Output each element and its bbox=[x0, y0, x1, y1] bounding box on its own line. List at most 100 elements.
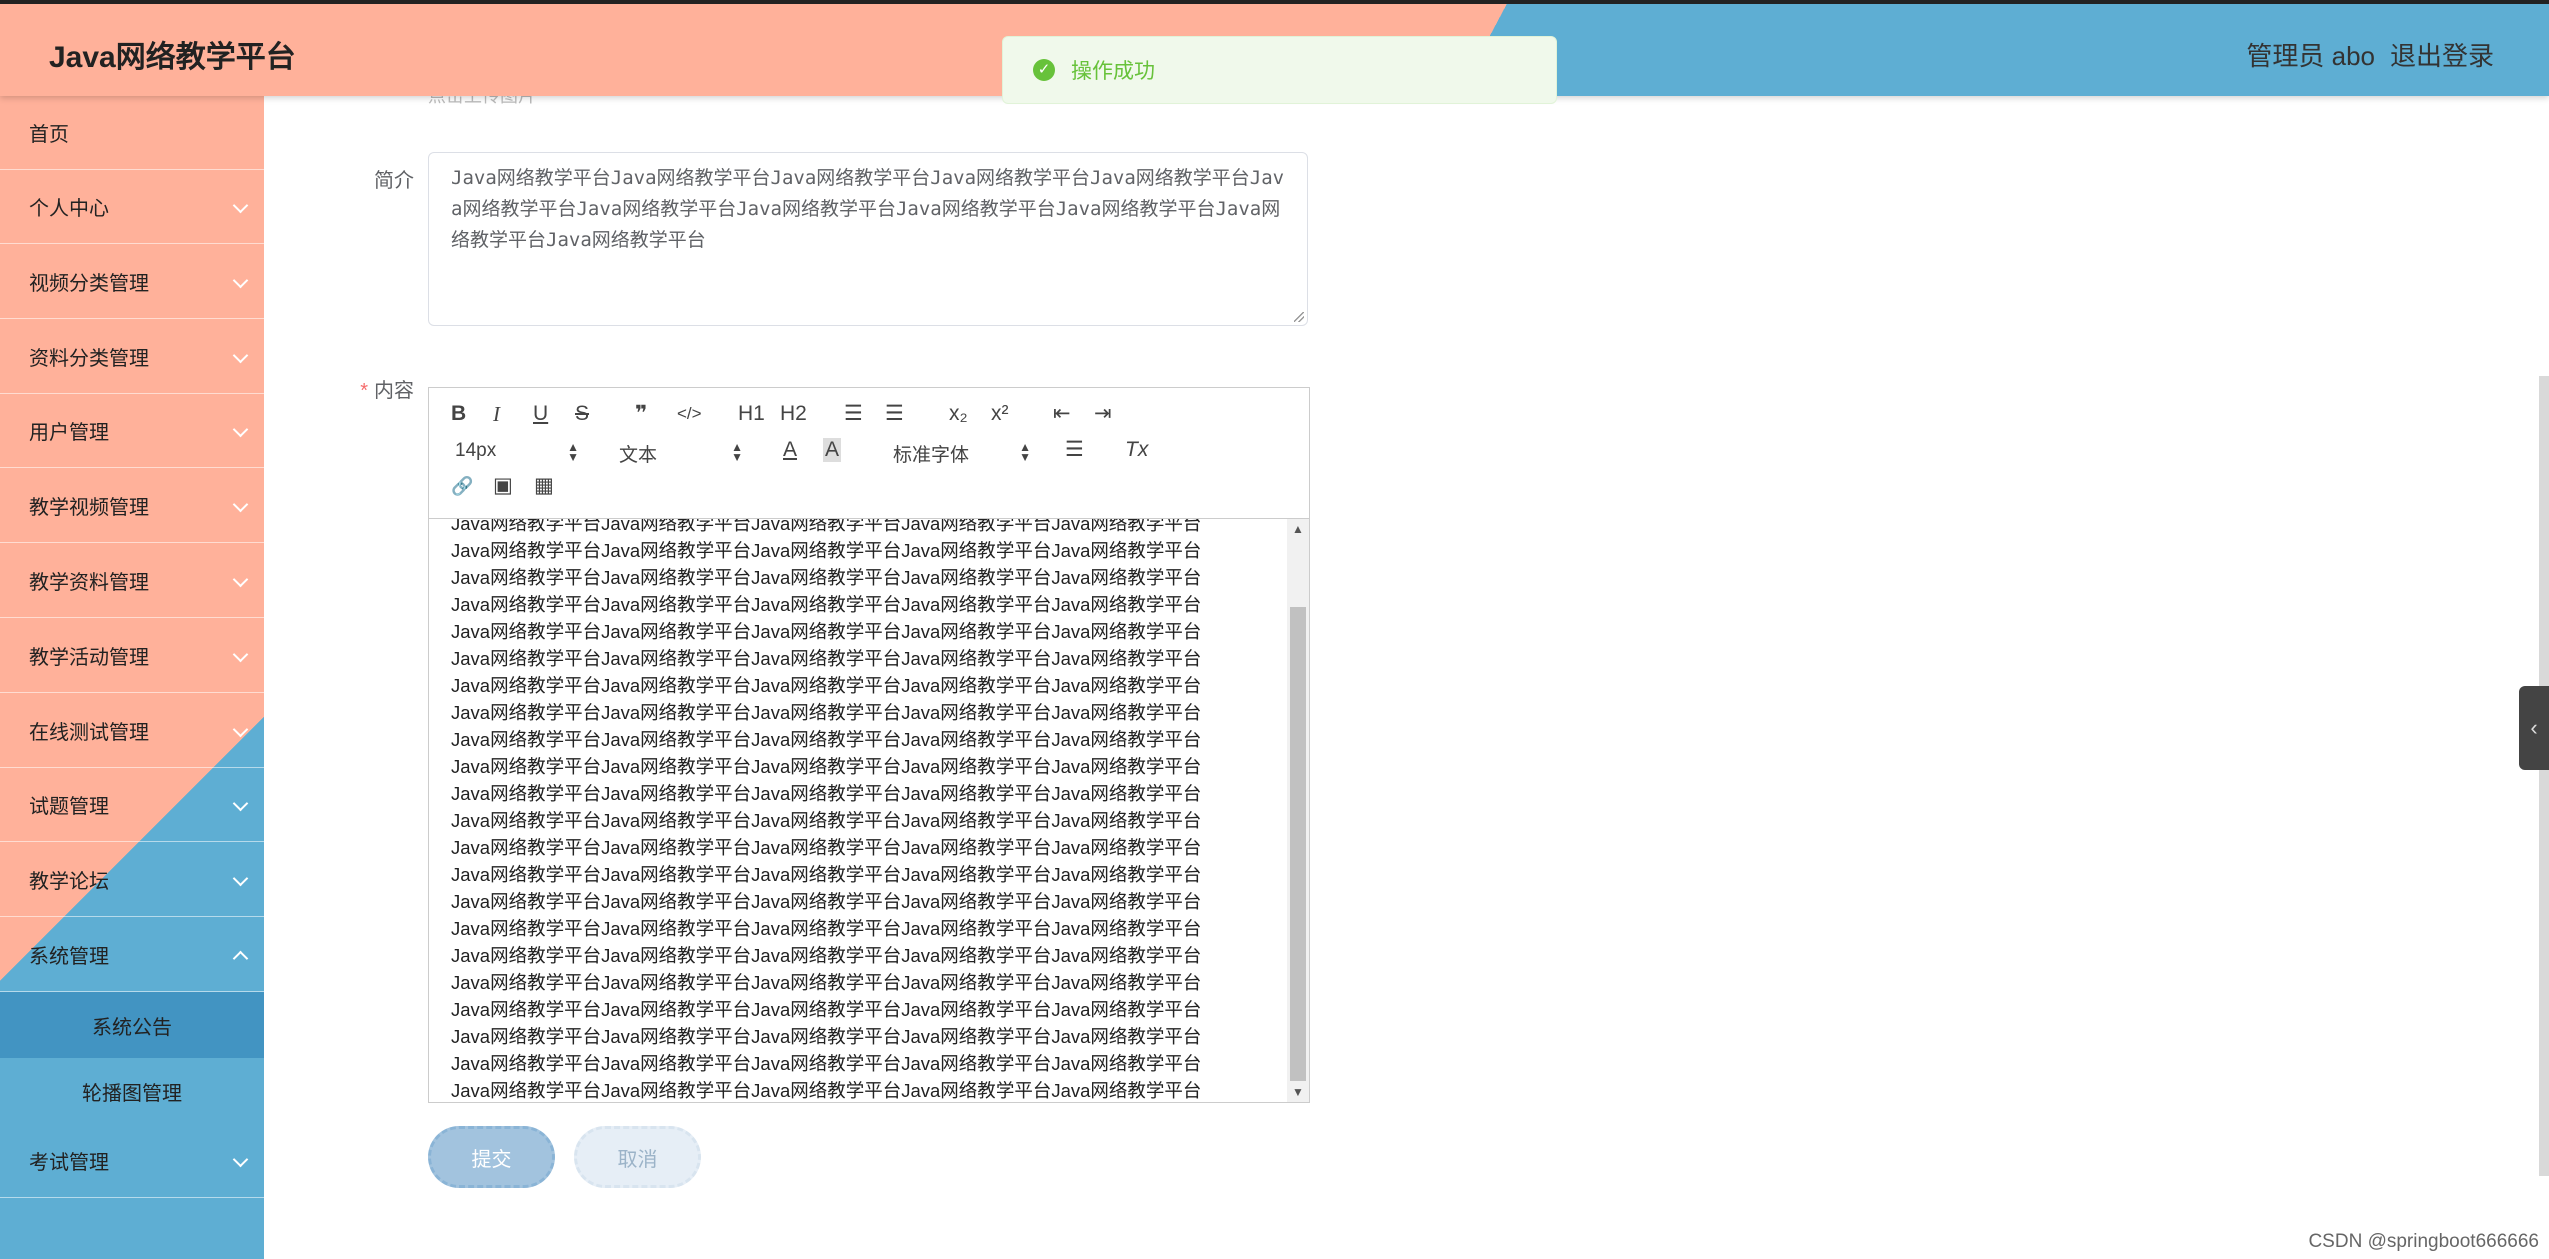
blockquote-button[interactable]: ❞ bbox=[635, 402, 647, 426]
editor-content-line: Java网络教学平台Java网络教学平台Java网络教学平台Java网络教学平台… bbox=[451, 918, 1202, 939]
heading1-button[interactable]: H1 bbox=[738, 402, 765, 426]
editor-content-line: Java网络教学平台Java网络教学平台Java网络教学平台Java网络教学平台… bbox=[451, 621, 1202, 642]
check-circle-icon: ✓ bbox=[1033, 59, 1055, 81]
editor-content-line: Java网络教学平台Java网络教学平台Java网络教学平台Java网络教学平台… bbox=[451, 1053, 1202, 1074]
current-user: 管理员 abo bbox=[2246, 41, 2375, 71]
chevron-down-icon bbox=[232, 870, 249, 886]
sidebar-item-exams[interactable]: 考试管理 bbox=[0, 1124, 264, 1198]
editor-content-line: Java网络教学平台Java网络教学平台Java网络教学平台Java网络教学平台… bbox=[451, 540, 1202, 561]
sidebar-item-material-category[interactable]: 资料分类管理 bbox=[0, 320, 264, 394]
ordered-list-button[interactable]: ☰ bbox=[844, 402, 863, 426]
select-arrows-icon: ▲ ▼ bbox=[1019, 440, 1031, 464]
chevron-left-icon: ‹ bbox=[2530, 715, 2538, 740]
sidebar-item-online-tests[interactable]: 在线测试管理 bbox=[0, 694, 264, 768]
chevron-down-icon bbox=[232, 421, 249, 437]
sidebar-item-teaching-materials[interactable]: 教学资料管理 bbox=[0, 544, 264, 618]
sidebar-item-label: 教学视频管理 bbox=[29, 497, 149, 519]
sidebar-item-label: 教学资料管理 bbox=[29, 572, 149, 594]
sidebar-subitem-carousel[interactable]: 轮播图管理 bbox=[0, 1058, 264, 1124]
editor-content-line: Java网络教学平台Java网络教学平台Java网络教学平台Java网络教学平台… bbox=[451, 594, 1202, 615]
sidebar-item-users[interactable]: 用户管理 bbox=[0, 394, 264, 468]
editor-content-line: Java网络教学平台Java网络教学平台Java网络教学平台Java网络教学平台… bbox=[451, 1080, 1202, 1101]
editor-content-line: Java网络教学平台Java网络教学平台Java网络教学平台Java网络教学平台… bbox=[451, 837, 1202, 858]
font-size-select[interactable]: 14px ▲ ▼ bbox=[455, 440, 579, 464]
intro-text: Java网络教学平台Java网络教学平台Java网络教学平台Java网络教学平台… bbox=[451, 167, 1285, 251]
align-button[interactable]: ☰ bbox=[1065, 438, 1084, 462]
submit-button[interactable]: 提交 bbox=[428, 1126, 555, 1188]
sidebar-item-label: 系统管理 bbox=[29, 946, 109, 968]
sidebar-item-label: 考试管理 bbox=[29, 1152, 109, 1174]
sidebar-subitem-label: 轮播图管理 bbox=[82, 1082, 182, 1105]
editor-content[interactable]: Java网络教学平台Java网络教学平台Java网络教学平台Java网络教学平台… bbox=[429, 519, 1287, 1102]
rich-text-editor: B I U S ❞ </> H1 H2 ☰ ☰ x₂ x² ⇤ ⇥ 14px ▲… bbox=[428, 387, 1310, 1103]
subscript-button[interactable]: x₂ bbox=[949, 402, 968, 426]
sidebar-item-teaching-videos[interactable]: 教学视频管理 bbox=[0, 469, 264, 543]
editor-content-line: Java网络教学平台Java网络教学平台Java网络教学平台Java网络教学平台… bbox=[451, 972, 1202, 993]
chevron-down-icon bbox=[232, 496, 249, 512]
chevron-down-icon bbox=[232, 1151, 249, 1167]
app-title: Java网络教学平台 bbox=[49, 41, 296, 74]
code-button[interactable]: </> bbox=[677, 402, 702, 426]
font-color-button[interactable]: A bbox=[783, 438, 797, 462]
editor-content-lines: Java网络教学平台Java网络教学平台Java网络教学平台Java网络教学平台… bbox=[451, 519, 1287, 1102]
intro-label: 简介 bbox=[374, 170, 414, 192]
sidebar-item-label: 用户管理 bbox=[29, 422, 109, 444]
indent-button[interactable]: ⇥ bbox=[1094, 402, 1112, 426]
content-label: * 内容 bbox=[264, 374, 414, 403]
paragraph-select[interactable]: 文本 ▲ ▼ bbox=[619, 440, 743, 467]
bullet-list-button[interactable]: ☰ bbox=[885, 402, 904, 426]
logout-link[interactable]: 退出登录 bbox=[2390, 36, 2494, 73]
sidebar-item-system[interactable]: 系统管理 bbox=[0, 918, 264, 992]
background-color-button[interactable]: A bbox=[823, 438, 842, 462]
editor-content-line: Java网络教学平台Java网络教学平台Java网络教学平台Java网络教学平台… bbox=[451, 783, 1202, 804]
cancel-button[interactable]: 取消 bbox=[574, 1126, 701, 1188]
select-arrows-icon: ▲ ▼ bbox=[567, 440, 579, 464]
editor-content-line: Java网络教学平台Java网络教学平台Java网络教学平台Java网络教学平台… bbox=[451, 945, 1202, 966]
editor-content-line: Java网络教学平台Java网络教学平台Java网络教学平台Java网络教学平台… bbox=[451, 675, 1202, 696]
editor-content-line: Java网络教学平台Java网络教学平台Java网络教学平台Java网络教学平台… bbox=[451, 891, 1202, 912]
collapse-panel-tab[interactable]: ‹ bbox=[2519, 686, 2549, 770]
intro-textarea[interactable]: Java网络教学平台Java网络教学平台Java网络教学平台Java网络教学平台… bbox=[428, 152, 1308, 326]
sidebar-item-label: 资料分类管理 bbox=[29, 348, 149, 370]
scroll-up-icon[interactable]: ▲ bbox=[1287, 522, 1309, 536]
sidebar-subitem-label: 系统公告 bbox=[92, 1016, 172, 1039]
editor-content-line: Java网络教学平台Java网络教学平台Java网络教学平台Java网络教学平台… bbox=[451, 810, 1202, 831]
editor-content-line: Java网络教学平台Java网络教学平台Java网络教学平台Java网络教学平台… bbox=[451, 1026, 1202, 1047]
chevron-down-icon bbox=[232, 272, 249, 288]
bold-button[interactable]: B bbox=[451, 402, 466, 426]
sidebar-item-video-category[interactable]: 视频分类管理 bbox=[0, 245, 264, 319]
sidebar-item-teaching-activities[interactable]: 教学活动管理 bbox=[0, 619, 264, 693]
sidebar-item-label: 个人中心 bbox=[29, 198, 109, 220]
resize-handle-icon[interactable] bbox=[1294, 312, 1304, 322]
heading2-button[interactable]: H2 bbox=[780, 402, 807, 426]
required-mark: * bbox=[360, 380, 368, 402]
strike-button[interactable]: S bbox=[575, 402, 589, 426]
toast-message: 操作成功 bbox=[1071, 60, 1155, 83]
link-button[interactable]: 🔗 bbox=[451, 474, 473, 498]
video-button[interactable]: ▦ bbox=[534, 474, 554, 498]
scroll-thumb[interactable] bbox=[1290, 607, 1306, 1081]
select-arrows-icon: ▲ ▼ bbox=[731, 440, 743, 464]
paragraph-value: 文本 bbox=[619, 445, 658, 466]
superscript-button[interactable]: x² bbox=[991, 402, 1009, 426]
font-family-select[interactable]: 标准字体 ▲ ▼ bbox=[893, 440, 1031, 467]
sidebar-item-profile[interactable]: 个人中心 bbox=[0, 170, 264, 244]
underline-button[interactable]: U bbox=[533, 402, 548, 426]
sidebar-item-questions[interactable]: 试题管理 bbox=[0, 768, 264, 842]
chevron-down-icon bbox=[232, 721, 249, 737]
editor-toolbar: B I U S ❞ </> H1 H2 ☰ ☰ x₂ x² ⇤ ⇥ 14px ▲… bbox=[429, 388, 1309, 519]
editor-scrollbar[interactable]: ▲ ▼ bbox=[1287, 519, 1309, 1102]
sidebar-subitem-announcements[interactable]: 系统公告 bbox=[0, 992, 264, 1058]
chevron-down-icon bbox=[232, 197, 249, 213]
editor-content-line: Java网络教学平台Java网络教学平台Java网络教学平台Java网络教学平台… bbox=[451, 999, 1202, 1020]
clear-format-button[interactable]: Tx bbox=[1125, 438, 1148, 462]
italic-button[interactable]: I bbox=[493, 402, 500, 426]
outdent-button[interactable]: ⇤ bbox=[1053, 402, 1071, 426]
sidebar-item-forum[interactable]: 教学论坛 bbox=[0, 843, 264, 917]
image-button[interactable]: ▣ bbox=[493, 474, 513, 498]
sidebar-item-home[interactable]: 首页 bbox=[0, 96, 264, 170]
editor-content-line: Java网络教学平台Java网络教学平台Java网络教学平台Java网络教学平台… bbox=[451, 567, 1202, 588]
page-scrollbar[interactable] bbox=[2539, 376, 2549, 1176]
editor-content-line: Java网络教学平台Java网络教学平台Java网络教学平台Java网络教学平台… bbox=[451, 729, 1202, 750]
scroll-down-icon[interactable]: ▼ bbox=[1287, 1085, 1309, 1099]
